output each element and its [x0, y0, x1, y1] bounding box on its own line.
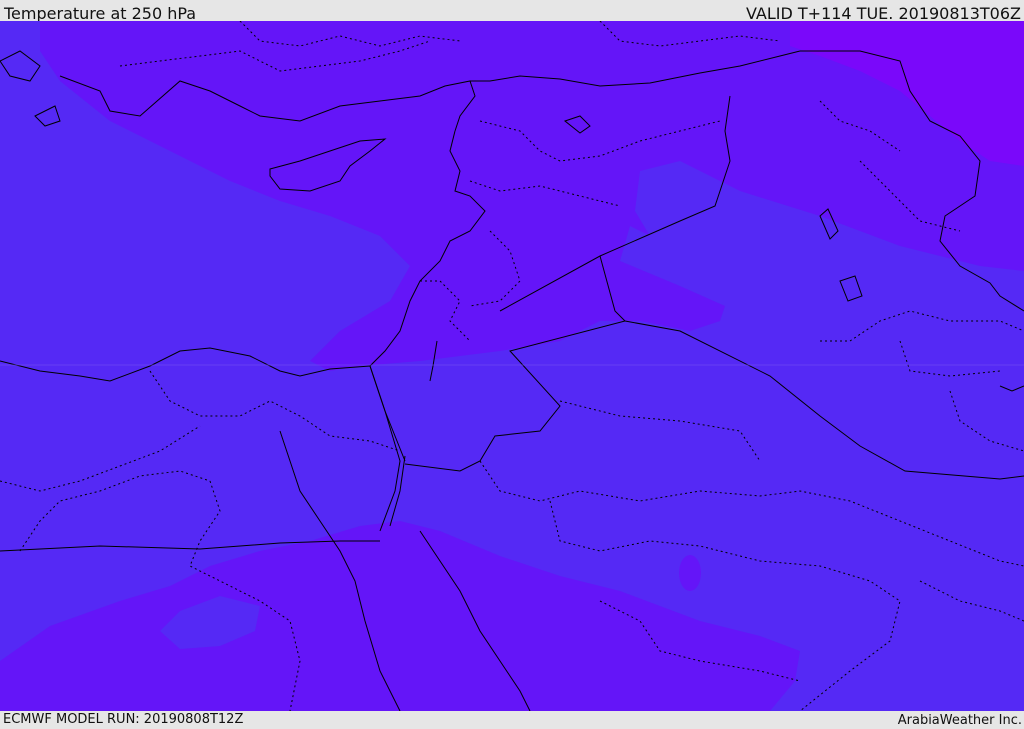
model-run-label: ECMWF MODEL RUN: 20190808T12Z: [3, 712, 244, 727]
map-viewer: Temperature at 250 hPa VALID T+114 TUE. …: [0, 0, 1024, 729]
shade-small-blob: [679, 555, 701, 591]
credit-label: ArabiaWeather Inc.: [897, 713, 1022, 728]
footer-bar: ECMWF MODEL RUN: 20190808T12Z ArabiaWeat…: [0, 711, 1024, 729]
header-bar: Temperature at 250 hPa VALID T+114 TUE. …: [0, 0, 1024, 23]
temperature-map: [0, 21, 1024, 711]
